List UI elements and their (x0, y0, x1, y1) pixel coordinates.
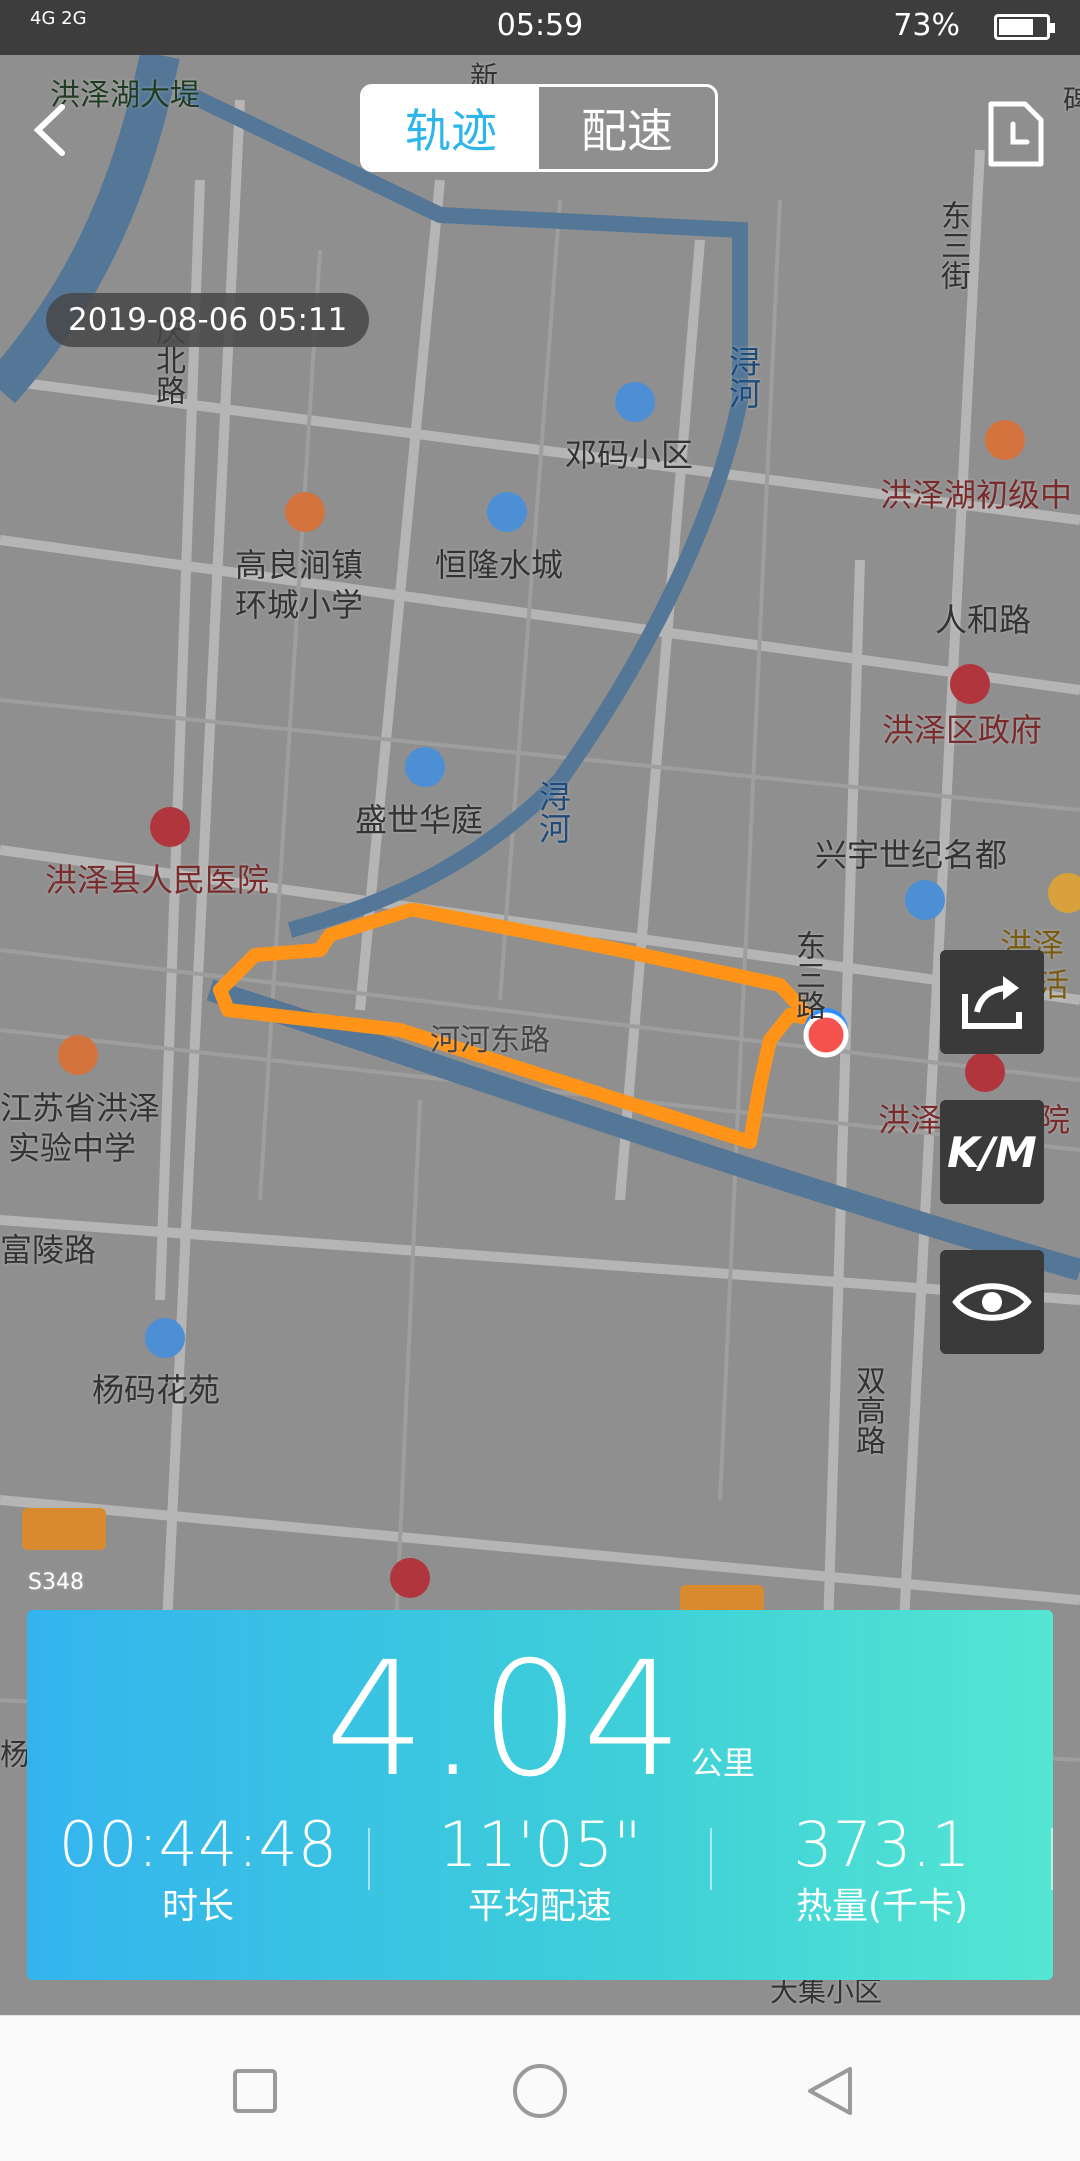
map-label: S348 (28, 1570, 84, 1595)
status-bar: 4G 2G 05:59 73% (0, 0, 1080, 55)
date-label: 2019-08-06 05:11 (46, 293, 370, 347)
chevron-left-icon (33, 104, 65, 156)
map-label: 富陵路 (0, 1231, 97, 1269)
map-label: 河河东路 (430, 1023, 550, 1058)
map-label: 洪泽湖初级中 (880, 476, 1073, 514)
map-label: 杨码花苑 (92, 1371, 221, 1409)
recent-apps-button[interactable] (215, 2051, 295, 2131)
map-label: 邓码小区 (565, 436, 694, 474)
map-label: 双高路 (850, 1365, 885, 1455)
home-button[interactable] (500, 2051, 580, 2131)
stats-card: 4.04 公里 00:44:48 时长 11'05" 平均配速 373.1 热量(… (27, 1610, 1053, 1980)
view-tabs: 轨迹 配速 (360, 84, 718, 172)
map-label: 浔河 (724, 345, 762, 409)
map-label: 杨 (0, 1738, 30, 1773)
history-button[interactable] (985, 100, 1045, 168)
map-label: 恒隆水城 (435, 546, 564, 584)
map-label: 碑 (1059, 85, 1080, 113)
map-label: 洪泽区政府 (882, 711, 1043, 749)
battery-icon (994, 14, 1055, 40)
pace-label: 平均配速 (467, 1886, 612, 1927)
clock-document-icon (988, 101, 1044, 167)
unit-toggle-button[interactable]: K/M (940, 1100, 1044, 1204)
map-label: 盛世华庭 (355, 801, 484, 839)
map-label: 洪泽县人民医院 (45, 861, 270, 899)
calories-stat: 373.1 热量(千卡) (711, 1810, 1053, 1930)
duration-label: 时长 (161, 1886, 234, 1927)
calories-label: 热量(千卡) (795, 1886, 969, 1927)
navigation-bar (0, 2015, 1080, 2161)
tab-track[interactable]: 轨迹 (363, 87, 539, 169)
start-marker (803, 1012, 849, 1058)
back-triangle-icon (808, 2067, 852, 2115)
map-label: 实验中学 (8, 1129, 137, 1167)
map-label: 东三街 (935, 200, 970, 290)
distance-block: 4.04 公里 (27, 1640, 1053, 1800)
map-label: 浔河 (534, 780, 572, 844)
map-label: 人和路 (935, 601, 1032, 639)
back-button[interactable] (20, 95, 80, 165)
distance-unit: 公里 (690, 1744, 755, 1782)
road-shields (22, 1508, 764, 1625)
eye-icon (952, 1283, 1032, 1321)
share-button[interactable] (940, 950, 1044, 1054)
stat-divider (1051, 1828, 1053, 1890)
nav-back-button[interactable] (790, 2051, 870, 2131)
battery-percent: 73% (893, 8, 960, 43)
home-icon (513, 2064, 567, 2118)
pace-stat: 11'05" 平均配速 (369, 1810, 711, 1930)
tab-pace[interactable]: 配速 (539, 87, 715, 169)
calories-value: 373.1 (793, 1808, 971, 1881)
map-label: 兴宇世纪名都 (815, 836, 1008, 874)
duration-value: 00:44:48 (58, 1808, 338, 1881)
recent-apps-icon (233, 2069, 277, 2113)
distance-value: 4.04 (325, 1628, 685, 1812)
map-label: 环城小学 (235, 586, 364, 624)
visibility-button[interactable] (940, 1250, 1044, 1354)
map-label: 东三路 (790, 930, 825, 1020)
pace-value: 11'05" (438, 1808, 642, 1881)
share-icon (962, 976, 1022, 1029)
duration-stat: 00:44:48 时长 (27, 1810, 369, 1930)
